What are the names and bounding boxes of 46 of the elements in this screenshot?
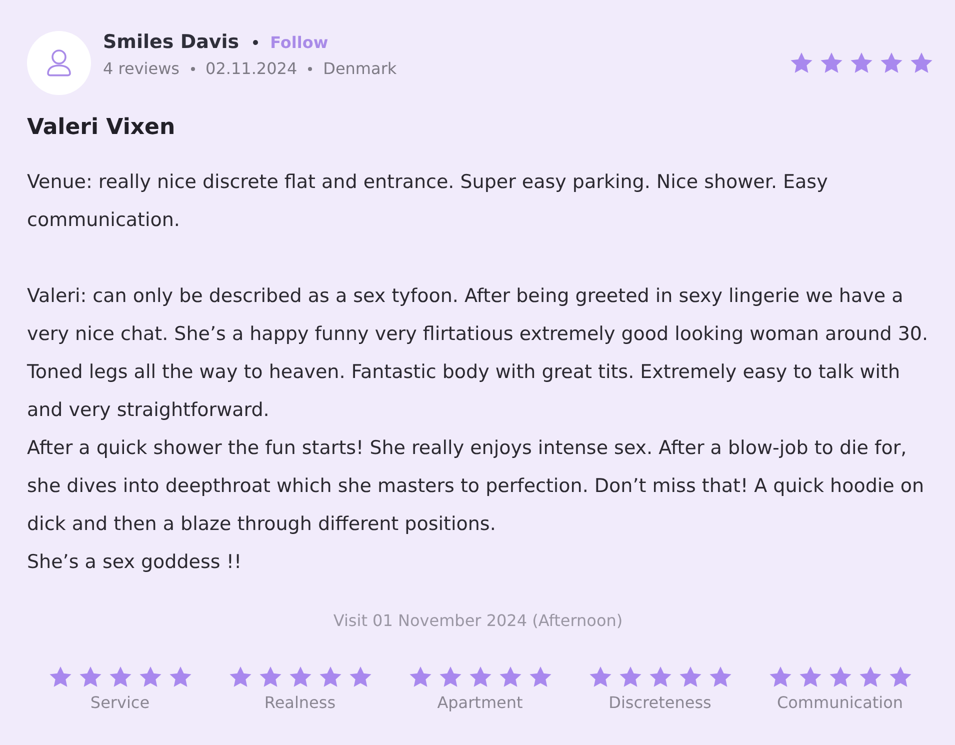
star-icon [648, 666, 672, 688]
star-icon [288, 666, 312, 688]
rating-label: Service [90, 693, 150, 712]
rating-label: Realness [264, 693, 336, 712]
star-icon [828, 666, 852, 688]
star-icon [348, 666, 372, 688]
star-icon [108, 666, 132, 688]
star-icon [790, 52, 813, 74]
star-icon [468, 666, 492, 688]
rating-label: Communication [776, 693, 904, 712]
star-icon [258, 666, 282, 688]
review-text: Venue: really nice discrete flat and entrance. Super easy parking. Nice shower. Easy communication. Valeri: can only be described as a sex tyfoon. After being greeted in sexy lingerie we have a very nice chat. She’s a happy funny very flirtatious extremely good looking woman around 30. Toned legs all the way to heaven. Fantastic body with great tits. Extremely easy to talk with and very straightforward. After a quick shower the fun starts! She really enjoys intense sex. After a blow-job to die for, she dives into deepthroat which she masters to perfection. Don’t miss that! A quick hoodie on dick and then a blaze through different positions. She’s a sex goddess !! [27, 170, 930, 575]
user-avatar-icon [27, 31, 91, 95]
star-icon [820, 52, 843, 74]
author-name[interactable]: Smiles Davis [103, 31, 240, 53]
visit-date: Visit 01 November 2024 (Afternoon) [332, 611, 624, 630]
star-icon [858, 666, 882, 688]
star-icon [678, 666, 702, 688]
bullet-icon [253, 40, 258, 44]
review-date: 02.11.2024 [206, 59, 298, 78]
star-icon [850, 52, 873, 74]
star-icon [438, 666, 462, 688]
star-icon [528, 666, 552, 688]
star-icon [78, 666, 102, 688]
review-title: Valeri Vixen [27, 114, 176, 142]
star-icon [910, 52, 933, 74]
star-icon [880, 52, 903, 74]
star-icon [708, 666, 732, 688]
review-count: 4 reviews [103, 59, 180, 78]
star-icon [798, 666, 822, 688]
star-icon [588, 666, 612, 688]
author-country: Denmark [323, 59, 397, 78]
star-icon [318, 666, 342, 688]
star-icon [888, 666, 912, 688]
star-icon [228, 666, 252, 688]
star-icon [408, 666, 432, 688]
star-icon [768, 666, 792, 688]
star-icon [48, 666, 72, 688]
star-icon [498, 666, 522, 688]
star-icon [168, 666, 192, 688]
rating-label: Discreteness [608, 693, 712, 712]
bullet-icon [190, 66, 195, 70]
bullet-icon [308, 66, 312, 70]
rating-label: Apartment [437, 693, 523, 712]
star-icon [618, 666, 642, 688]
star-icon [138, 666, 162, 688]
